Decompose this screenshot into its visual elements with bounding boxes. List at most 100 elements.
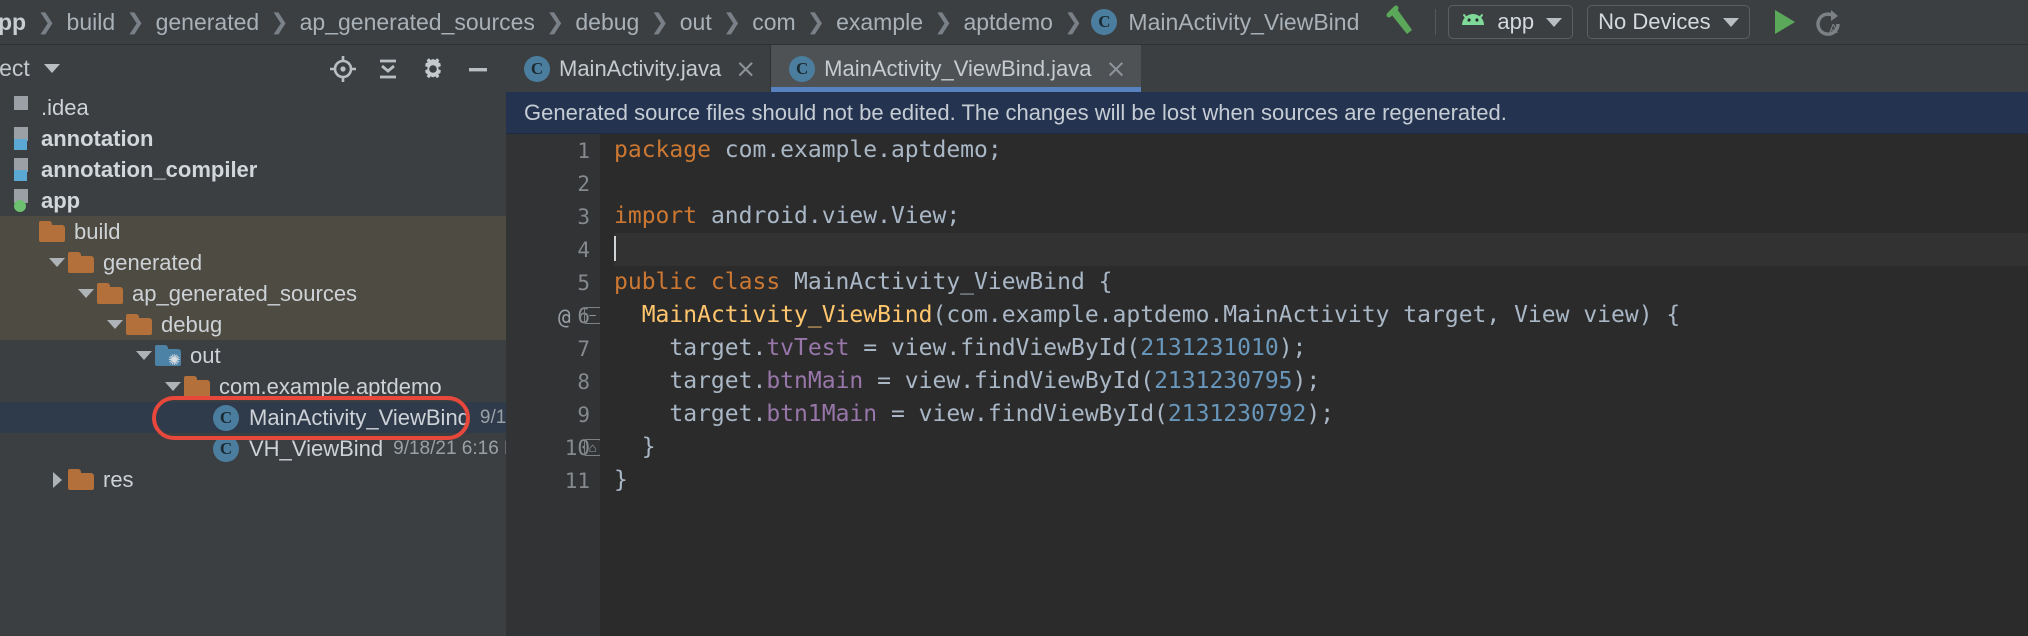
tree-row[interactable]: com.example.aptdemo [0,371,506,402]
breadcrumb-item-example[interactable]: example [834,0,925,45]
tree-row-label: MainActivity_ViewBind [249,404,470,430]
breadcrumb-item-build[interactable]: build [65,0,118,45]
class-file-icon: C [524,55,550,82]
tree-expander-open-icon[interactable] [46,247,68,278]
code-token: import [614,203,711,229]
breadcrumb-item-ap-generated-sources[interactable]: ap_generated_sources [298,0,537,45]
breadcrumb-item-aptdemo[interactable]: aptdemo [961,0,1055,45]
breadcrumb-separator: ❯ [934,9,953,35]
run-button[interactable] [1764,3,1806,41]
breadcrumb-item-pp[interactable]: pp [0,0,28,45]
code-line[interactable]: } [614,431,2028,464]
line-number: 2 [577,171,590,196]
tree-row[interactable]: build [0,216,506,247]
code-token: ); [1292,368,1321,394]
tree-expander-open-icon[interactable] [75,278,97,309]
code-line[interactable]: target.btn1Main = view.findViewById(2131… [614,398,2028,431]
tree-row-label: debug [161,311,223,337]
line-number: 11 [564,468,590,493]
tree-row[interactable]: annotation [0,123,506,154]
code-token: = view.findViewById( [849,335,1141,361]
code-token: btnMain [766,368,864,394]
tree-row[interactable]: CMainActivity_ViewBind9/18/21 [0,402,543,433]
project-panel-actions [320,45,500,92]
tree-expander-closed-icon[interactable] [46,464,68,495]
code-line[interactable]: package com.example.aptdemo; [614,134,2028,167]
code-line[interactable]: target.btnMain = view.findViewById(21312… [614,365,2028,398]
code-line[interactable]: } [614,464,2028,497]
tree-row-label: app [41,187,81,213]
folder-icon [184,376,210,397]
build-hammer-icon[interactable] [1379,3,1423,41]
code-line[interactable]: public class MainActivity_ViewBind { [614,266,2028,299]
code-token: MainActivity_ViewBind [641,302,933,328]
code-token: 2131230792 [1167,401,1307,427]
project-panel-header: ject [0,45,506,92]
collapse-all-icon[interactable] [365,49,410,89]
module-icon [14,189,30,212]
code-token: } [614,434,656,460]
close-tab-icon[interactable]: × [1106,56,1127,81]
code-line[interactable]: MainActivity_ViewBind(com.example.aptdem… [614,299,2028,332]
code-token: 2131231010 [1140,335,1279,361]
editor-tab[interactable]: C MainActivity_ViewBind.java × [771,45,1141,92]
code-token: target. [614,368,767,394]
breadcrumb-item-out[interactable]: out [678,0,714,45]
code-line[interactable]: import android.view.View; [614,200,2028,233]
code-line[interactable]: target.tvTest = view.findViewById(213123… [614,332,2028,365]
breadcrumb-item-mainactivity-viewbind[interactable]: MainActivity_ViewBind [1126,0,1361,45]
editor-tab-label: MainActivity.java [559,55,722,81]
tree-row[interactable]: debug [0,309,506,340]
code-token: } [614,467,628,493]
code-line[interactable] [614,233,2028,266]
run-configuration-selector[interactable]: app [1448,5,1574,39]
tree-row[interactable]: ap_generated_sources [0,278,506,309]
text-cursor [614,236,616,261]
tree-row[interactable]: ✺ out [0,340,506,371]
breadcrumb-item-debug[interactable]: debug [573,0,641,45]
class-file-icon: C [213,435,239,462]
code-token: ); [1278,335,1307,361]
editor-area: C MainActivity.java × C MainActivity_ViewBin… [506,45,2028,636]
settings-gear-icon[interactable] [410,49,455,89]
code-token: ); [1306,401,1335,427]
tree-row-label: VH_ViewBind [249,435,384,461]
tree-expander-open-icon[interactable] [104,309,126,340]
code-viewport[interactable]: @ − ⌂ 1 2 3 4 5 6 7 8 9 10 11 package com.example.ap… [506,134,2028,636]
rerun-button[interactable]: A [1806,3,1848,41]
editor-tab-bar[interactable]: C MainActivity.java × C MainActivity_ViewBin… [506,45,2028,92]
breadcrumb-item-com[interactable]: com [750,0,797,45]
tree-row[interactable]: C VH_ViewBind 9/18/21 6:16 PM, 2 [0,433,554,464]
code-line[interactable] [614,167,2028,200]
tree-expander-open-icon[interactable] [133,340,155,371]
tree-row-label: annotation [41,125,154,151]
device-selector[interactable]: No Devices [1587,5,1750,39]
tree-expander-open-icon[interactable] [162,371,184,402]
tree-row[interactable]: .idea [0,92,506,123]
code-token: (com.example.aptdemo.MainActivity target… [932,302,1681,328]
code-token: package [614,137,725,163]
tree-row[interactable]: res [0,464,506,495]
editor-tab-label: MainActivity_ViewBind.java [824,55,1092,81]
tree-row[interactable]: generated [0,247,506,278]
hide-panel-icon[interactable] [455,49,500,89]
play-icon [1774,10,1795,34]
code-content[interactable]: package com.example.aptdemo; import andro… [600,134,2028,636]
project-tree[interactable]: .idea annotation annotation_compiler app bui… [0,92,554,495]
line-number: 3 [577,204,590,229]
breadcrumb-separator: ❯ [270,9,289,35]
folder-icon [68,469,94,490]
tree-row-label: res [103,466,134,492]
source-root-folder-icon: ✺ [155,345,181,368]
breadcrumb-item-generated[interactable]: generated [154,0,262,45]
tree-row[interactable]: annotation_compiler [0,154,506,185]
locate-in-tree-icon[interactable] [320,49,365,89]
chevron-down-icon[interactable] [43,64,60,73]
project-panel-title: ject [0,55,30,81]
breadcrumb-separator: ❯ [806,9,826,35]
close-tab-icon[interactable]: × [735,56,756,81]
breadcrumb-separator: ❯ [126,9,145,35]
tree-row[interactable]: app [0,185,506,216]
editor-tab[interactable]: C MainActivity.java × [506,45,771,92]
